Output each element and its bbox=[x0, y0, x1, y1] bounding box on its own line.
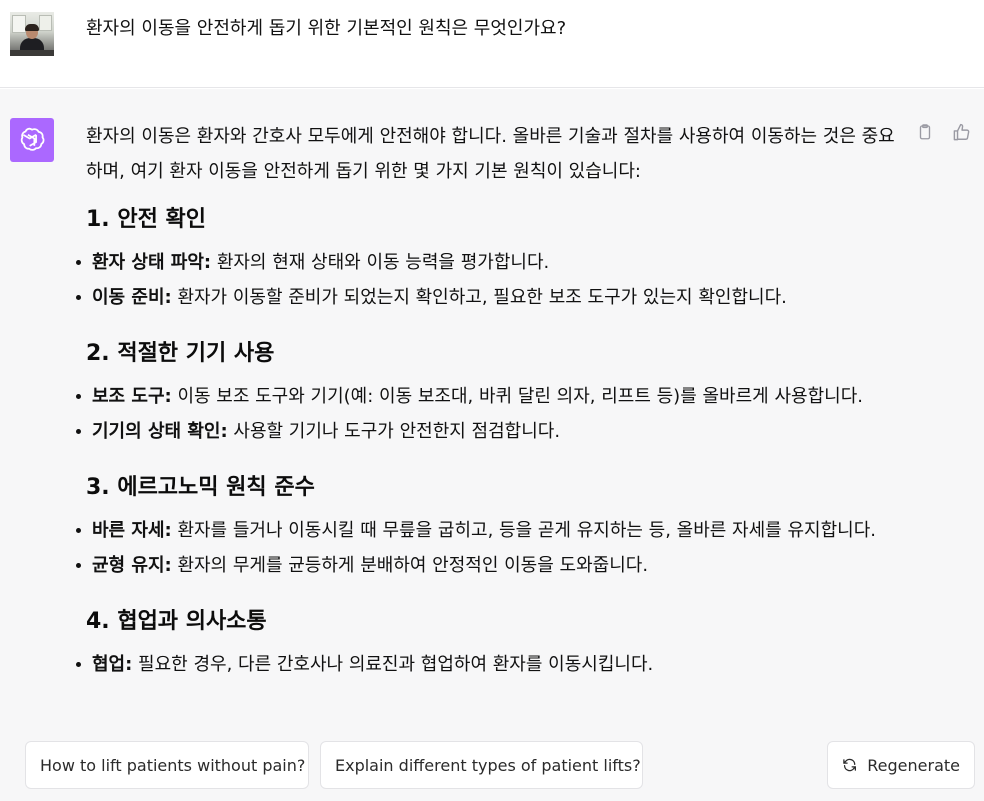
list-item-text: 환자를 들거나 이동시킬 때 무릎을 굽히고, 등을 곧게 유지하는 등, 올바… bbox=[171, 520, 876, 541]
suggestion-button[interactable]: How to lift patients without pain? bbox=[25, 741, 309, 789]
user-question: 환자의 이동을 안전하게 돕기 위한 기본적인 원칙은 무엇인가요? bbox=[86, 18, 567, 39]
user-message-row: 환자의 이동을 안전하게 돕기 위한 기본적인 원칙은 무엇인가요? bbox=[0, 0, 984, 88]
section-heading: 2. 적절한 기기 사용 bbox=[86, 341, 275, 366]
assistant-answer: 환자의 이동은 환자와 간호사 모두에게 안전해야 합니다. 올바른 기술과 절… bbox=[76, 119, 902, 706]
regenerate-icon bbox=[843, 758, 856, 772]
list-item-term: 협업: bbox=[92, 654, 133, 675]
list-item-term: 이동 준비: bbox=[92, 287, 172, 308]
list-item: 보조 도구: 이동 보조 도구와 기기(예: 이동 보조대, 바퀴 달린 의자,… bbox=[76, 379, 902, 414]
section-heading: 4. 협업과 의사소통 bbox=[86, 609, 267, 634]
list-item-text: 환자의 무게를 균등하게 분배하여 안정적인 이동을 도와줍니다. bbox=[171, 555, 649, 576]
section-heading: 3. 에르고노믹 원칙 준수 bbox=[86, 475, 315, 500]
regenerate-button[interactable]: Regenerate bbox=[827, 741, 975, 789]
list-item-text: 필요한 경우, 다른 간호사나 의료진과 협업하여 환자를 이동시킵니다. bbox=[132, 654, 654, 675]
list-item: 기기의 상태 확인: 사용할 기기나 도구가 안전한지 점검합니다. bbox=[76, 414, 902, 449]
list-item-text: 이동 보조 도구와 기기(예: 이동 보조대, 바퀴 달린 의자, 리프트 등)… bbox=[171, 386, 863, 407]
list-item-term: 바른 자세: bbox=[92, 520, 172, 541]
section-list: 보조 도구: 이동 보조 도구와 기기(예: 이동 보조대, 바퀴 달린 의자,… bbox=[76, 379, 902, 449]
list-item: 협업: 필요한 경우, 다른 간호사나 의료진과 협업하여 환자를 이동시킵니다… bbox=[76, 647, 902, 682]
clipboard-icon[interactable] bbox=[914, 121, 936, 143]
list-item: 이동 준비: 환자가 이동할 준비가 되었는지 확인하고, 필요한 보조 도구가… bbox=[76, 280, 902, 315]
openai-logo-icon bbox=[10, 118, 54, 162]
message-actions bbox=[914, 121, 972, 143]
assistant-message-row: 환자의 이동은 환자와 간호사 모두에게 안전해야 합니다. 올바른 기술과 절… bbox=[0, 89, 984, 801]
section-list: 바른 자세: 환자를 들거나 이동시킬 때 무릎을 굽히고, 등을 곧게 유지하… bbox=[76, 513, 902, 583]
list-item-term: 환자 상태 파악: bbox=[92, 252, 212, 273]
list-item: 균형 유지: 환자의 무게를 균등하게 분배하여 안정적인 이동을 도와줍니다. bbox=[76, 548, 902, 583]
section-list: 협업: 필요한 경우, 다른 간호사나 의료진과 협업하여 환자를 이동시킵니다… bbox=[76, 647, 902, 682]
user-avatar bbox=[10, 12, 54, 56]
list-item-term: 균형 유지: bbox=[92, 555, 172, 576]
thumbs-up-icon[interactable] bbox=[950, 121, 972, 143]
suggestion-button[interactable]: Explain different types of patient lifts… bbox=[320, 741, 643, 789]
list-item-term: 보조 도구: bbox=[92, 386, 172, 407]
list-item-text: 환자의 현재 상태와 이동 능력을 평가합니다. bbox=[211, 252, 550, 273]
list-item: 환자 상태 파악: 환자의 현재 상태와 이동 능력을 평가합니다. bbox=[76, 245, 902, 280]
list-item-text: 환자가 이동할 준비가 되었는지 확인하고, 필요한 보조 도구가 있는지 확인… bbox=[171, 287, 787, 308]
chat-page: 환자의 이동을 안전하게 돕기 위한 기본적인 원칙은 무엇인가요? 환자의 이… bbox=[0, 0, 984, 801]
list-item: 바른 자세: 환자를 들거나 이동시킬 때 무릎을 굽히고, 등을 곧게 유지하… bbox=[76, 513, 902, 548]
list-item-term: 기기의 상태 확인: bbox=[92, 421, 228, 442]
regenerate-label: Regenerate bbox=[867, 755, 960, 775]
section-list: 환자 상태 파악: 환자의 현재 상태와 이동 능력을 평가합니다. 이동 준비… bbox=[76, 245, 902, 315]
list-item-text: 사용할 기기나 도구가 안전한지 점검합니다. bbox=[227, 421, 561, 442]
section-heading: 1. 안전 확인 bbox=[86, 207, 206, 232]
answer-intro: 환자의 이동은 환자와 간호사 모두에게 안전해야 합니다. 올바른 기술과 절… bbox=[86, 126, 895, 182]
